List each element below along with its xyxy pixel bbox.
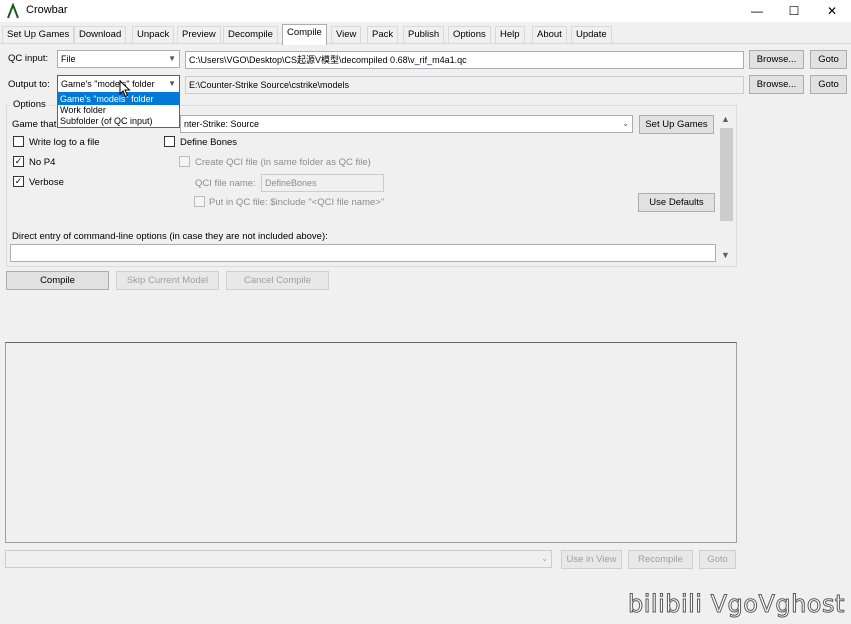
qci-file-name-field[interactable]: DefineBones [261, 174, 384, 192]
game-label: Game that [12, 119, 57, 130]
direct-entry-label: Direct entry of command-line options (in… [12, 231, 328, 242]
qc-input-mode-value: File [61, 54, 76, 64]
tab-set-up-games[interactable]: Set Up Games [2, 26, 75, 44]
bottom-goto-button[interactable]: Goto [699, 550, 736, 569]
create-qci-label: Create QCI file (in same folder as QC fi… [195, 157, 371, 168]
checkmark-icon: ✓ [14, 156, 23, 166]
qc-input-label: QC input: [8, 53, 49, 64]
cancel-compile-button[interactable]: Cancel Compile [226, 271, 329, 290]
verbose-checkbox[interactable]: ✓ [13, 176, 24, 187]
use-in-view-button[interactable]: Use in View [561, 550, 622, 569]
create-qci-checkbox[interactable] [179, 156, 190, 167]
title-bar [0, 0, 851, 22]
chevron-down-icon: ▼ [168, 54, 176, 63]
tab-publish[interactable]: Publish [403, 26, 445, 44]
crowbar-logo-icon [7, 3, 19, 19]
tab-divider [0, 43, 851, 44]
tab-pack[interactable]: Pack [367, 26, 399, 44]
chevron-down-icon: ⌄ [622, 119, 629, 128]
scroll-down-icon[interactable]: ▼ [721, 250, 730, 260]
compile-log-area[interactable] [5, 342, 737, 543]
no-p4-checkbox[interactable]: ✓ [13, 156, 24, 167]
tab-help[interactable]: Help [495, 26, 525, 44]
qc-input-path-field[interactable]: C:\Users\VGO\Desktop\CS起源V模型\decompiled … [185, 51, 744, 69]
maximize-icon[interactable]: ☐ [775, 0, 813, 22]
compile-button[interactable]: Compile [6, 271, 109, 290]
tab-about[interactable]: About [532, 26, 567, 44]
qc-input-mode-select[interactable]: File ▼ [57, 50, 180, 68]
output-mode-dropdown-list: Game's "models" folder Work folder Subfo… [57, 93, 180, 128]
no-p4-label: No P4 [29, 157, 56, 168]
close-icon[interactable]: ✕ [813, 0, 851, 22]
tab-view[interactable]: View [331, 26, 362, 44]
write-log-checkbox[interactable] [13, 136, 24, 147]
tab-strip: Set Up Games Download Unpack Preview Dec… [0, 24, 851, 45]
tab-unpack[interactable]: Unpack [132, 26, 175, 44]
minimize-icon[interactable]: — [738, 0, 776, 22]
chevron-down-icon: ▼ [168, 79, 176, 88]
chevron-down-icon: ⌄ [541, 554, 548, 563]
window-title: Crowbar [26, 4, 68, 16]
recompile-button[interactable]: Recompile [628, 550, 693, 569]
checkmark-icon: ✓ [14, 176, 23, 186]
dropdown-option-work-folder[interactable]: Work folder [58, 105, 179, 116]
direct-entry-field[interactable] [10, 244, 716, 262]
qci-file-name-label: QCI file name: [195, 178, 256, 189]
tab-update[interactable]: Update [571, 26, 612, 44]
output-browse-button[interactable]: Browse... [749, 75, 804, 94]
qc-goto-button[interactable]: Goto [810, 50, 847, 69]
write-log-label: Write log to a file [29, 137, 100, 148]
scrollbar-thumb[interactable] [720, 128, 733, 221]
tab-download[interactable]: Download [74, 26, 127, 44]
output-files-select[interactable]: ⌄ [5, 550, 552, 568]
output-goto-button[interactable]: Goto [810, 75, 847, 94]
use-defaults-button[interactable]: Use Defaults [638, 193, 715, 212]
tab-compile[interactable]: Compile [282, 24, 327, 45]
tab-decompile[interactable]: Decompile [223, 26, 278, 44]
game-select[interactable]: nter-Strike: Source ⌄ [180, 115, 633, 133]
dropdown-option-subfolder[interactable]: Subfolder (of QC input) [58, 116, 179, 127]
tab-preview[interactable]: Preview [177, 26, 221, 44]
output-path-field[interactable]: E:\Counter-Strike Source\cstrike\models [185, 76, 744, 94]
game-select-value: nter-Strike: Source [184, 119, 260, 129]
define-bones-checkbox[interactable] [164, 136, 175, 147]
verbose-label: Verbose [29, 177, 64, 188]
output-to-label: Output to: [8, 79, 50, 90]
output-mode-value: Game's "models" folder [61, 79, 155, 89]
watermark: bilibili VgoVghost [628, 590, 845, 619]
skip-current-model-button[interactable]: Skip Current Model [116, 271, 219, 290]
options-group-title: Options [10, 99, 49, 110]
put-in-qc-checkbox[interactable] [194, 196, 205, 207]
mouse-cursor-icon [119, 80, 131, 98]
put-in-qc-label: Put in QC file: $include "<QCI file name… [209, 197, 385, 208]
set-up-games-button[interactable]: Set Up Games [639, 115, 714, 134]
define-bones-label: Define Bones [180, 137, 238, 148]
qc-browse-button[interactable]: Browse... [749, 50, 804, 69]
tab-options[interactable]: Options [448, 26, 491, 44]
scroll-up-icon[interactable]: ▲ [721, 114, 730, 124]
